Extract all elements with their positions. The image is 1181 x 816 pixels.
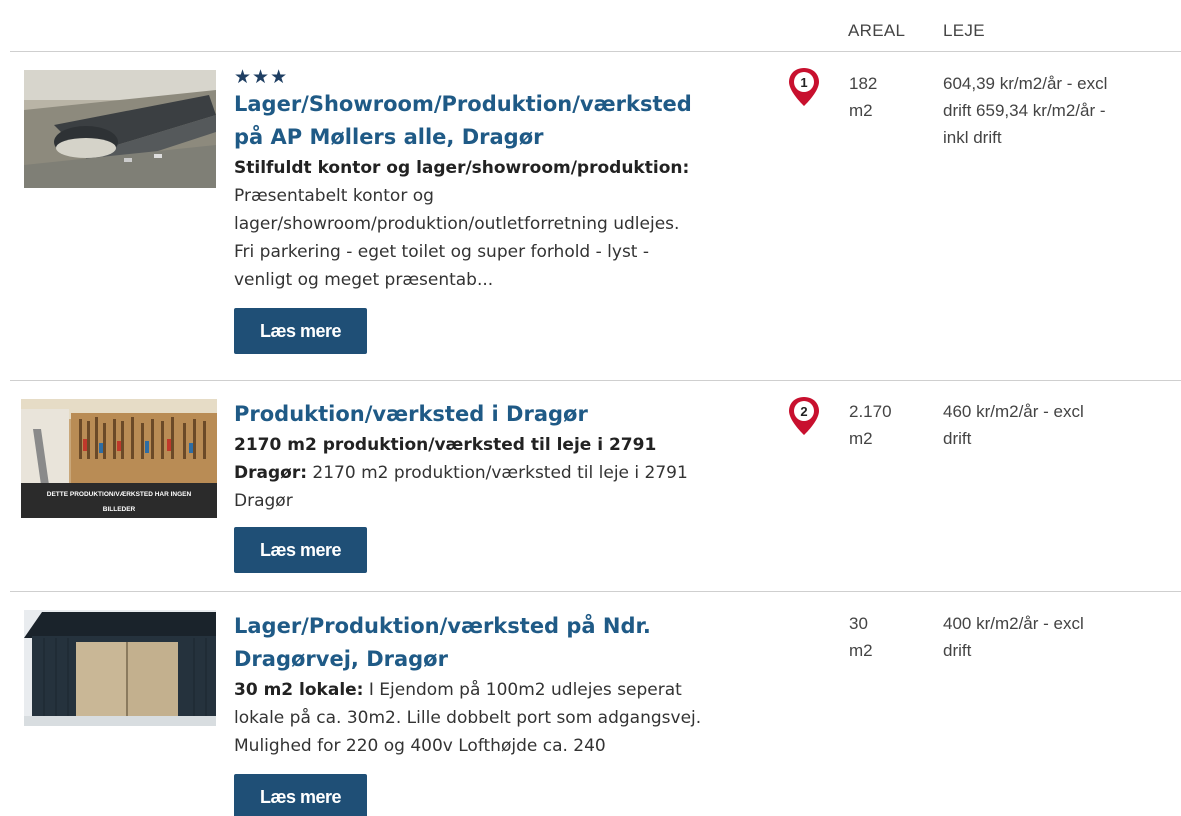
description-text: I Ejendom på 100m2 udlejes seperat: [363, 680, 682, 700]
rating-stars: ★★★: [234, 66, 289, 88]
listing-areal: 182 m2: [849, 70, 919, 124]
listing-title-line[interactable]: Lager/Produktion/værksted på Ndr.: [234, 610, 804, 643]
listing-title[interactable]: Lager/Showroom/Produktion/værksted på AP…: [234, 88, 804, 154]
listing-image[interactable]: [24, 610, 216, 726]
listing-item: Lager/Produktion/værksted på Ndr. Dragør…: [10, 592, 1181, 816]
description-location: Dragør:: [234, 463, 307, 483]
description-line: Dragør: [234, 491, 293, 511]
areal-unit: m2: [849, 641, 873, 660]
areal-value: 30: [849, 614, 868, 633]
listing-description: Præsentabelt kontor og lager/showroom/pr…: [234, 182, 804, 294]
listing-title-line[interactable]: Lager/Showroom/Produktion/værksted: [234, 88, 804, 121]
leje-line: drift: [943, 641, 972, 660]
leje-line: drift 659,34 kr/m2/år -: [943, 101, 1106, 120]
column-header-leje: LEJE: [943, 21, 985, 40]
listing-areal: 30 m2: [849, 610, 919, 664]
column-header-areal: AREAL: [848, 21, 906, 40]
description-line: venligt og meget præsentab...: [234, 270, 494, 290]
leje-line: 460 kr/m2/år - excl: [943, 402, 1084, 421]
listing-subtitle: 2170 m2 produktion/værksted til leje i 2…: [234, 435, 657, 455]
listing-content: Lager/Produktion/værksted på Ndr. Dragør…: [234, 610, 804, 816]
image-caption: DETTE PRODUKTION/VÆRKSTED HAR INGEN: [47, 491, 192, 498]
description-line: lokale på ca. 30m2. Lille dobbelt port s…: [234, 708, 702, 728]
description-line: Præsentabelt kontor og: [234, 186, 434, 206]
map-pin-icon[interactable]: 1: [786, 66, 822, 110]
listing-areal: 2.170 m2: [849, 398, 919, 452]
listing-description: 30 m2 lokale: I Ejendom på 100m2 udlejes…: [234, 676, 804, 760]
description-line: lager/showroom/produktion/outletforretni…: [234, 214, 680, 234]
areal-value: 182: [849, 74, 878, 93]
areal-unit: m2: [849, 101, 873, 120]
leje-line: inkl drift: [943, 128, 1002, 147]
table-header: AREAL LEJE: [10, 0, 1181, 52]
listing-image[interactable]: [24, 70, 216, 188]
listing-content: ★★★ Lager/Showroom/Produktion/værksted p…: [234, 66, 804, 354]
listing-title[interactable]: Lager/Produktion/værksted på Ndr. Dragør…: [234, 610, 804, 676]
read-more-button[interactable]: Læs mere: [234, 527, 368, 573]
image-caption: BILLEDER: [103, 506, 136, 513]
description-line: Dragør: 2170 m2 produktion/værksted til …: [234, 459, 804, 487]
listing-leje: 460 kr/m2/år - excl drift: [943, 398, 1181, 452]
leje-line: drift: [943, 429, 972, 448]
leje-line: 604,39 kr/m2/år - excl: [943, 74, 1108, 93]
areal-unit: m2: [849, 429, 873, 448]
listing-leje: 400 kr/m2/år - excl drift: [943, 610, 1181, 664]
leje-line: 400 kr/m2/år - excl: [943, 614, 1084, 633]
pin-number: 1: [800, 75, 807, 90]
listing-leje: 604,39 kr/m2/år - excl drift 659,34 kr/m…: [943, 70, 1181, 151]
read-more-button[interactable]: Læs mere: [234, 308, 368, 354]
map-pin-icon[interactable]: 2: [786, 395, 822, 439]
listing-content: Produktion/værksted i Dragør 2170 m2 pro…: [234, 398, 804, 573]
pin-number: 2: [800, 404, 807, 419]
description-line: Mulighed for 220 og 400v Lofthøjde ca. 2…: [234, 736, 606, 756]
description-line: 30 m2 lokale: I Ejendom på 100m2 udlejes…: [234, 676, 804, 704]
listing-item: ★★★ Lager/Showroom/Produktion/værksted p…: [10, 52, 1181, 381]
listing-item: DETTE PRODUKTION/VÆRKSTED HAR INGEN BILL…: [10, 381, 1181, 592]
listing-image[interactable]: DETTE PRODUKTION/VÆRKSTED HAR INGEN BILL…: [21, 399, 217, 518]
description-text: 2170 m2 produktion/værksted til leje i 2…: [307, 463, 688, 483]
description-line: Fri parkering - eget toilet og super for…: [234, 242, 650, 262]
areal-value: 2.170: [849, 402, 892, 421]
listing-title[interactable]: Produktion/værksted i Dragør: [234, 398, 804, 431]
listing-title-line[interactable]: på AP Møllers alle, Dragør: [234, 121, 804, 154]
listing-subtitle: Stilfuldt kontor og lager/showroom/produ…: [234, 158, 690, 178]
listing-title-line[interactable]: Dragørvej, Dragør: [234, 643, 804, 676]
read-more-button[interactable]: Læs mere: [234, 774, 368, 816]
listing-description: Dragør: 2170 m2 produktion/værksted til …: [234, 459, 804, 515]
description-heading: 30 m2 lokale:: [234, 680, 364, 700]
